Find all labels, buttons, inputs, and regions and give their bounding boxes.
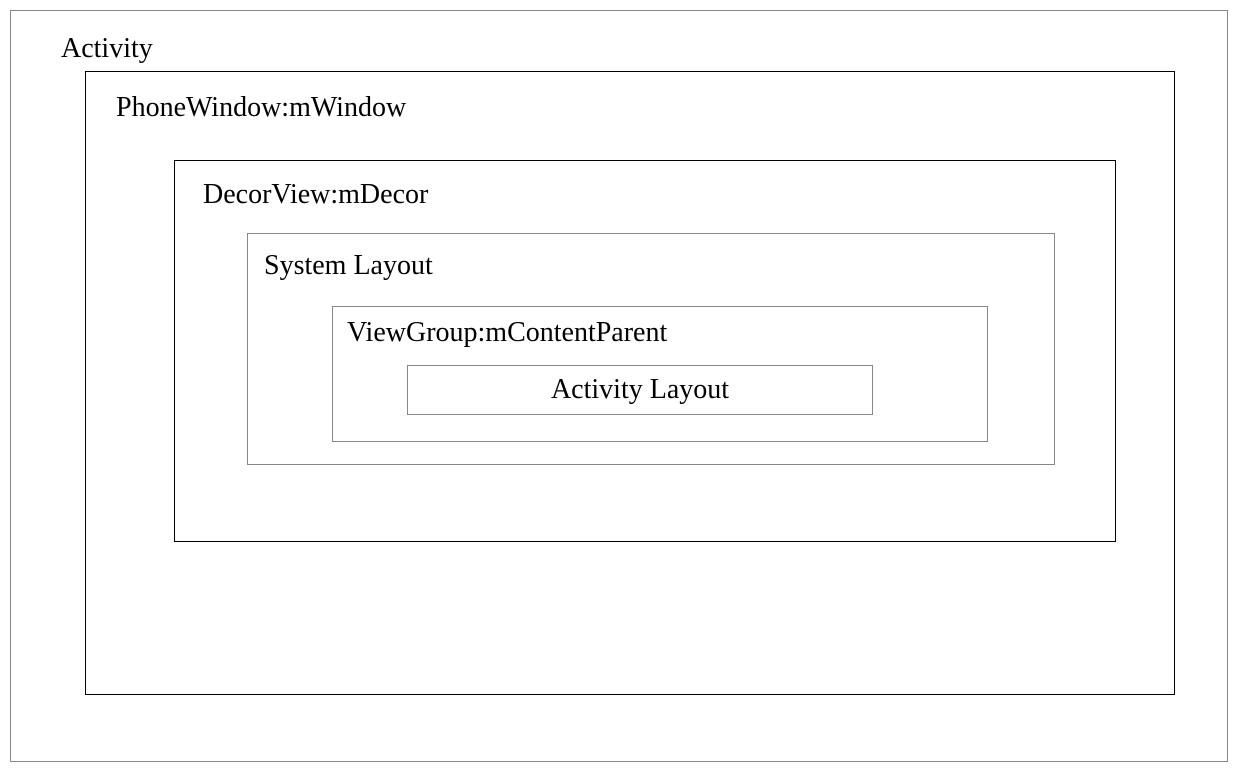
activity-label: Activity — [61, 33, 153, 65]
view-group-box: ViewGroup:mContentParent Activity Layout — [332, 306, 988, 442]
activity-layout-box: Activity Layout — [407, 365, 873, 415]
diagram-outer-frame: Activity PhoneWindow:mWindow DecorView:m… — [10, 10, 1228, 762]
system-layout-box: System Layout ViewGroup:mContentParent A… — [247, 233, 1055, 465]
decor-view-label: DecorView:mDecor — [203, 179, 428, 211]
decor-view-box: DecorView:mDecor System Layout ViewGroup… — [174, 160, 1116, 542]
phone-window-box: PhoneWindow:mWindow DecorView:mDecor Sys… — [85, 71, 1175, 695]
view-group-label: ViewGroup:mContentParent — [347, 317, 667, 349]
activity-layout-label: Activity Layout — [551, 374, 729, 406]
phone-window-label: PhoneWindow:mWindow — [116, 92, 406, 124]
system-layout-label: System Layout — [264, 250, 433, 282]
